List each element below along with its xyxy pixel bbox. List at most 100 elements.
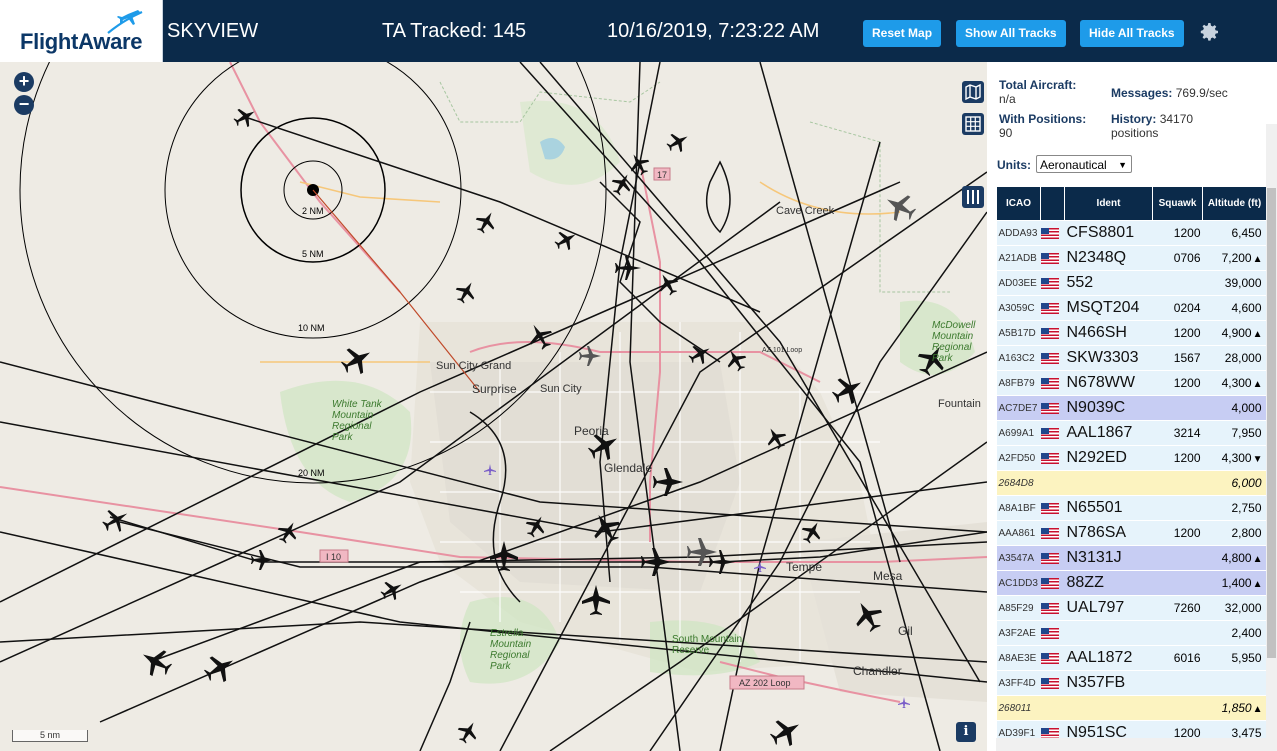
row-ident: AAL1872: [1064, 645, 1153, 671]
table-row[interactable]: A8AE3E AAL1872 6016 5,950: [996, 645, 1267, 671]
row-altitude: 1,400▲: [1202, 570, 1267, 596]
row-ident: AAL1867: [1064, 420, 1153, 446]
row-altitude-value: 2,400: [1231, 626, 1262, 640]
us-flag-icon: [1040, 403, 1059, 415]
messages-label: Messages:: [1111, 86, 1173, 100]
row-ident: [1064, 470, 1153, 496]
units-select[interactable]: Aeronautical ▼: [1036, 155, 1132, 173]
col-icao[interactable]: ICAO: [996, 186, 1041, 221]
row-ident: 88ZZ: [1064, 570, 1153, 596]
row-flag: [1040, 545, 1065, 571]
table-row[interactable]: A21ADB N2348Q 0706 7,200▲: [996, 245, 1267, 271]
col-flag[interactable]: [1040, 186, 1065, 221]
table-row[interactable]: AC1DD3 88ZZ 1,400▲: [996, 570, 1267, 596]
i10-label: I 10: [326, 552, 341, 562]
zoom-out-button[interactable]: −: [14, 95, 34, 115]
row-icao: AD03EE: [996, 270, 1041, 296]
hide-all-tracks-button[interactable]: Hide All Tracks: [1080, 20, 1184, 47]
table-row[interactable]: A3FF4D N357FB: [996, 670, 1267, 696]
table-row[interactable]: A85F29 UAL797 7260 32,000: [996, 595, 1267, 621]
row-icao: A3059C: [996, 295, 1041, 321]
col-ident[interactable]: Ident: [1064, 186, 1153, 221]
table-row[interactable]: AD03EE 552 39,000: [996, 270, 1267, 296]
ring-label-2nm: 2 NM: [302, 206, 324, 216]
row-altitude-value: 7,200: [1221, 251, 1252, 265]
chevron-down-icon: ▼: [1118, 160, 1127, 170]
table-row[interactable]: 268011 1,850▲: [996, 695, 1267, 721]
table-row[interactable]: A5B17D N466SH 1200 4,900▲: [996, 320, 1267, 346]
current-datetime: 10/16/2019, 7:23:22 AM: [607, 20, 820, 42]
us-flag-icon: [1040, 553, 1059, 565]
row-altitude-value: 2,800: [1231, 526, 1262, 540]
show-all-tracks-button[interactable]: Show All Tracks: [956, 20, 1066, 47]
us-flag-icon: [1040, 453, 1059, 465]
col-squawk[interactable]: Squawk: [1152, 186, 1203, 221]
row-icao: ADDA93: [996, 220, 1041, 246]
row-icao: A8AE3E: [996, 645, 1041, 671]
history-value: 34170: [1159, 112, 1194, 126]
row-flag: [1040, 695, 1065, 721]
row-altitude: 1,850▲: [1202, 695, 1267, 721]
az202-label: AZ 202 Loop: [739, 678, 791, 688]
row-ident: 552: [1064, 270, 1153, 296]
table-row[interactable]: A8FB79 N678WW 1200 4,300▲: [996, 370, 1267, 396]
ring-label-20nm: 20 NM: [298, 468, 325, 478]
table-row[interactable]: A163C2 SKW3303 1567 28,000: [996, 345, 1267, 371]
row-flag: [1040, 395, 1065, 421]
row-icao: A5B17D: [996, 320, 1041, 346]
table-row[interactable]: AAA861 N786SA 1200 2,800: [996, 520, 1267, 546]
row-icao: AC1DD3: [996, 570, 1041, 596]
us-flag-icon: [1040, 378, 1059, 390]
row-altitude: 5,950: [1202, 645, 1267, 671]
col-altitude[interactable]: Altitude (ft): [1202, 186, 1267, 221]
app-name: SKYVIEW: [167, 20, 259, 42]
map-icon: [965, 83, 981, 101]
table-scroll-thumb[interactable]: [1267, 188, 1276, 658]
row-flag: [1040, 595, 1065, 621]
row-altitude-value: 4,800: [1221, 551, 1252, 565]
table-row[interactable]: A3059C MSQT204 0204 4,600: [996, 295, 1267, 321]
logo-text: FlightAware: [20, 29, 143, 54]
row-squawk: [1152, 695, 1203, 721]
row-ident: SKW3303: [1064, 345, 1153, 371]
row-altitude: 4,900▲: [1202, 320, 1267, 346]
columns-toggle-button[interactable]: [962, 186, 984, 208]
table-row[interactable]: A699A1 AAL1867 3214 7,950: [996, 420, 1267, 446]
row-flag: [1040, 570, 1065, 596]
us-flag-icon: [1040, 253, 1059, 265]
table-row[interactable]: AC7DE7 N9039C 4,000: [996, 395, 1267, 421]
table-row[interactable]: 2684D8 6,000: [996, 470, 1267, 496]
row-ident: UAL797: [1064, 595, 1153, 621]
flightaware-logo[interactable]: FlightAware: [0, 0, 163, 62]
positions-label: With Positions:: [999, 112, 1087, 126]
gear-icon[interactable]: [1197, 20, 1221, 44]
table-row[interactable]: A8A1BF N65501 2,750: [996, 495, 1267, 521]
map-layers-button[interactable]: [962, 81, 984, 103]
row-icao: A3FF4D: [996, 670, 1041, 696]
row-altitude: 4,600: [1202, 295, 1267, 321]
row-squawk: [1152, 570, 1203, 596]
label-chandler: Chandler: [853, 664, 902, 678]
altitude-trend-icon: ▲: [1252, 554, 1263, 565]
map-grid-button[interactable]: [962, 113, 984, 135]
table-row[interactable]: A2FD50 N292ED 1200 4,300▼: [996, 445, 1267, 471]
us-flag-icon: [1040, 428, 1059, 440]
table-horizontal-scrollbar[interactable]: [996, 738, 1266, 751]
map-canvas[interactable]: 2 NM 5 NM 10 NM 20 NM I 10 17 AZ 202 Loo…: [0, 62, 987, 751]
table-row[interactable]: A3F2AE 2,400: [996, 620, 1267, 646]
row-altitude: 39,000: [1202, 270, 1267, 296]
map-view[interactable]: 2 NM 5 NM 10 NM 20 NM I 10 17 AZ 202 Loo…: [0, 62, 987, 751]
altitude-trend-icon: ▲: [1252, 704, 1263, 715]
row-altitude: 4,000: [1202, 395, 1267, 421]
units-label: Units:: [997, 158, 1031, 172]
row-flag: [1040, 645, 1065, 671]
table-row[interactable]: ADDA93 CFS8801 1200 6,450: [996, 220, 1267, 246]
info-button[interactable]: i: [956, 722, 976, 742]
row-squawk: [1152, 270, 1203, 296]
row-ident: N357FB: [1064, 670, 1153, 696]
zoom-in-button[interactable]: +: [14, 72, 34, 92]
reset-map-button[interactable]: Reset Map: [863, 20, 942, 47]
table-row[interactable]: A3547A N3131J 4,800▲: [996, 545, 1267, 571]
row-altitude-value: 1,400: [1221, 576, 1252, 590]
label-sun-city: Sun City: [540, 383, 582, 395]
